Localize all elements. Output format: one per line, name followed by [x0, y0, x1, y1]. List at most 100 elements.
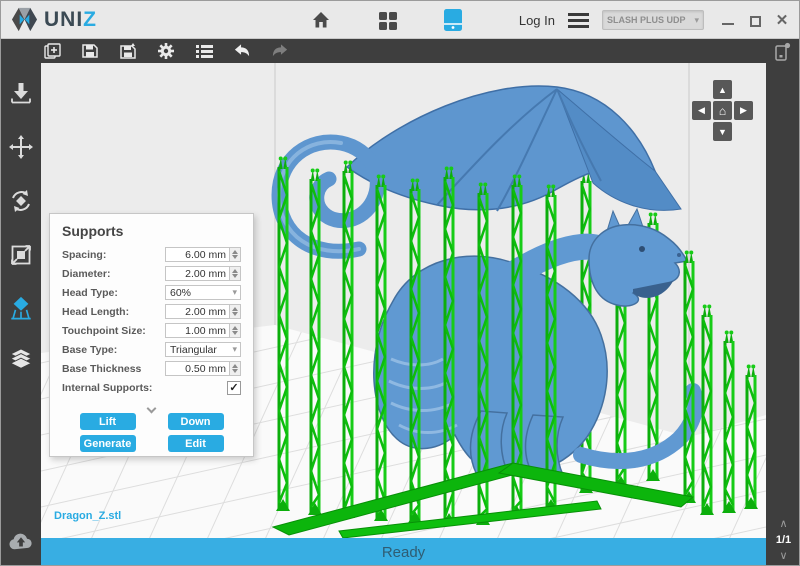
chevron-down-icon: ▾: [232, 287, 240, 298]
login-button[interactable]: Log In: [519, 13, 555, 28]
scale-tool-button[interactable]: [9, 243, 33, 267]
page-down-button[interactable]: ∨: [766, 549, 800, 563]
list-icon: [196, 44, 213, 59]
field-label: Base Type:: [62, 344, 165, 356]
chevron-down-icon: ▾: [232, 344, 240, 355]
printer-tab-active[interactable]: [441, 8, 465, 32]
view-right-button[interactable]: ▶: [734, 101, 753, 120]
cloud-upload-icon: [9, 531, 33, 551]
home-icon: [311, 10, 331, 30]
view-home-button[interactable]: ⌂: [713, 101, 732, 120]
lift-button[interactable]: Lift: [80, 413, 136, 430]
head-type-select[interactable]: 60% ▾: [165, 285, 241, 300]
settings-button[interactable]: [157, 42, 175, 60]
grid-icon: [378, 11, 397, 30]
view-left-button[interactable]: ◀: [692, 101, 711, 120]
generate-button[interactable]: Generate: [80, 435, 136, 452]
rotate-tool-button[interactable]: [9, 189, 33, 213]
status-text: Ready: [382, 544, 425, 561]
panel-title: Supports: [62, 223, 241, 239]
spinner-buttons[interactable]: [229, 362, 240, 375]
printer-icon: [443, 8, 463, 32]
printer-status-button[interactable]: [773, 42, 791, 60]
cloud-upload-button[interactable]: [9, 529, 33, 553]
window-controls: ✕: [721, 13, 789, 27]
menu-button[interactable]: [568, 13, 589, 28]
field-label: Diameter:: [62, 268, 165, 280]
3d-viewport[interactable]: ▲ ◀ ⌂ ▶ ▼ Supports Spacing: 6.00 mm Diam…: [41, 63, 766, 566]
base-thickness-input[interactable]: 0.50 mm: [165, 361, 241, 376]
rotate-icon: [9, 189, 33, 213]
layers-icon: [9, 347, 33, 373]
down-button[interactable]: Down: [168, 413, 224, 430]
model-filename[interactable]: Dragon_Z.stl: [54, 510, 121, 522]
page-up-button[interactable]: ∧: [766, 517, 800, 531]
field-label: Internal Supports:: [62, 382, 165, 394]
base-type-select[interactable]: Triangular ▾: [165, 342, 241, 357]
close-button[interactable]: ✕: [775, 13, 789, 27]
home-tab[interactable]: [309, 8, 333, 32]
field-base-thickness: Base Thickness 0.50 mm: [62, 361, 241, 376]
panel-buttons: Lift Down Generate Edit: [62, 413, 241, 452]
import-file-button[interactable]: [43, 42, 61, 60]
move-tool-button[interactable]: [9, 135, 33, 159]
touchpoint-size-input[interactable]: 1.00 mm: [165, 323, 241, 338]
save-icon: [82, 43, 98, 59]
spinner-buttons[interactable]: [229, 248, 240, 261]
move-icon: [9, 135, 33, 159]
save-as-icon: [120, 43, 136, 59]
field-label: Head Type:: [62, 287, 165, 299]
plate-pager: ∧ 1/1 ∨: [766, 517, 800, 563]
titlebar-right: Log In SLASH PLUS UDP ▾ ✕: [519, 1, 789, 39]
app-window: UNIZ: [0, 0, 800, 566]
page-indicator: 1/1: [766, 531, 800, 549]
spinner-buttons[interactable]: [229, 324, 240, 337]
uniz-logo-icon: [11, 6, 38, 33]
field-touchpoint-size: Touchpoint Size: 1.00 mm: [62, 323, 241, 338]
panel-collapse-chevron[interactable]: [62, 399, 241, 409]
view-down-button[interactable]: ▼: [713, 122, 732, 141]
view-up-button[interactable]: ▲: [713, 80, 732, 99]
maximize-button[interactable]: [748, 13, 762, 27]
spinner-buttons[interactable]: [229, 267, 240, 280]
field-label: Head Length:: [62, 306, 165, 318]
redo-icon: [271, 43, 289, 59]
chevron-down-icon: ▾: [694, 15, 699, 26]
apps-tab[interactable]: [375, 8, 399, 32]
device-select[interactable]: SLASH PLUS UDP ▾: [602, 10, 704, 30]
redo-button[interactable]: [271, 42, 289, 60]
view-dpad: ▲ ◀ ⌂ ▶ ▼: [692, 80, 753, 141]
main-nav: [309, 1, 465, 39]
spinner-buttons[interactable]: [229, 305, 240, 318]
list-button[interactable]: [195, 42, 213, 60]
right-strip: ∧ 1/1 ∨: [766, 63, 800, 566]
add-file-icon: [44, 43, 61, 60]
head-length-input[interactable]: 2.00 mm: [165, 304, 241, 319]
slice-tool-button[interactable]: [9, 348, 33, 372]
field-label: Base Thickness: [62, 363, 165, 375]
save-button[interactable]: [81, 42, 99, 60]
diameter-input[interactable]: 2.00 mm: [165, 266, 241, 281]
undo-button[interactable]: [233, 42, 251, 60]
import-model-button[interactable]: [9, 81, 33, 105]
scale-icon: [9, 243, 33, 267]
field-internal-supports: Internal Supports: ✓: [62, 380, 241, 395]
edit-button[interactable]: Edit: [168, 435, 224, 452]
supports-panel: Supports Spacing: 6.00 mm Diameter: 2.00…: [49, 213, 254, 457]
supports-tool-button-active[interactable]: [9, 296, 33, 320]
status-bar: Ready: [41, 538, 766, 566]
uniz-logo: UNIZ: [11, 6, 97, 33]
printer-status-icon: [773, 42, 791, 61]
logo-text: UNIZ: [44, 8, 97, 32]
field-label: Touchpoint Size:: [62, 325, 165, 337]
title-bar: UNIZ: [1, 1, 799, 39]
import-icon: [9, 81, 33, 105]
internal-supports-checkbox[interactable]: ✓: [227, 381, 241, 395]
field-spacing: Spacing: 6.00 mm: [62, 247, 241, 262]
spacing-input[interactable]: 6.00 mm: [165, 247, 241, 262]
field-diameter: Diameter: 2.00 mm: [62, 266, 241, 281]
gear-icon: [157, 42, 175, 60]
field-head-type: Head Type: 60% ▾: [62, 285, 241, 300]
minimize-button[interactable]: [721, 13, 735, 27]
save-as-button[interactable]: [119, 42, 137, 60]
